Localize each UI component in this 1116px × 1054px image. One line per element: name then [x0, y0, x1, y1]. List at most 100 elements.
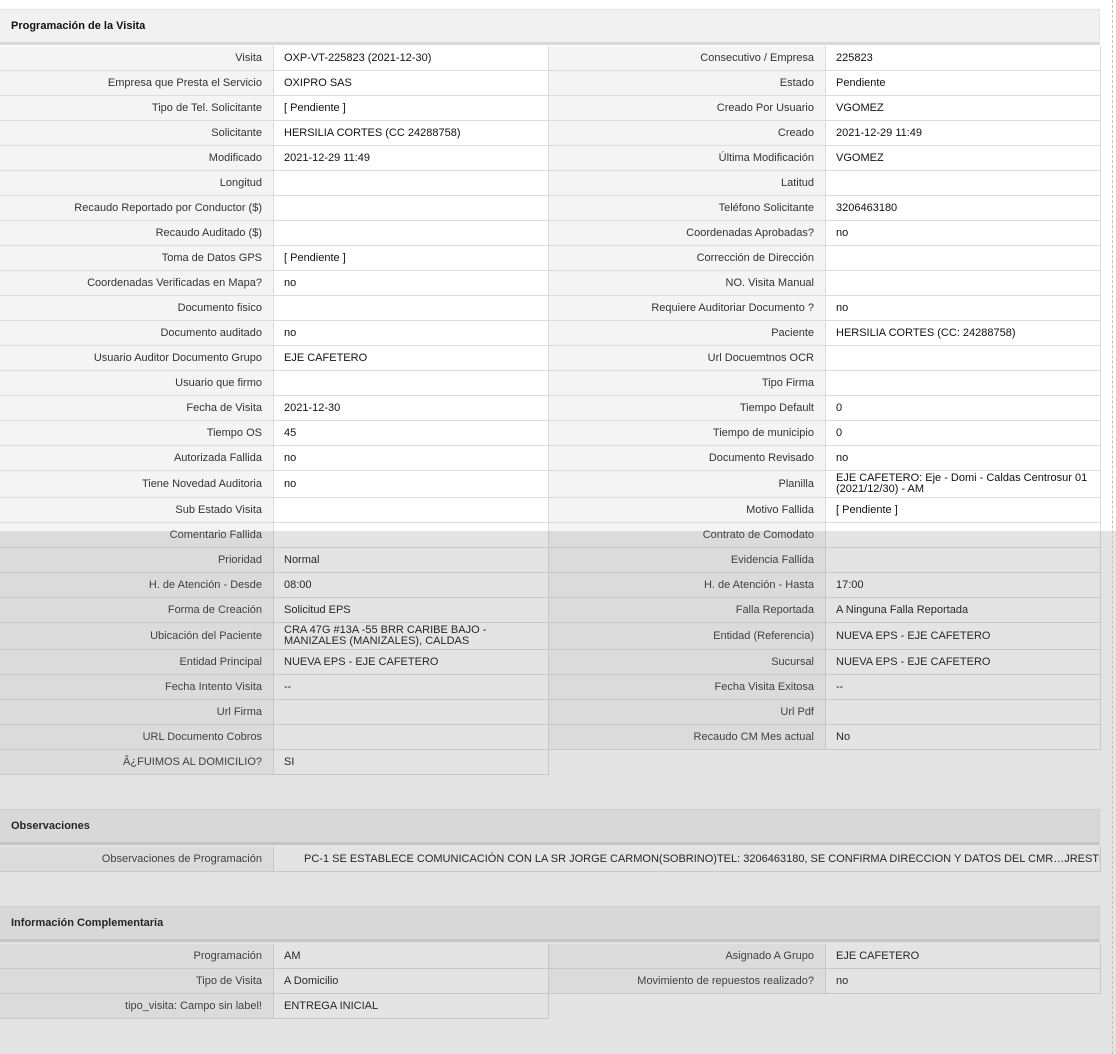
field-value	[826, 346, 1101, 371]
field-label: Requiere Auditoriar Documento ?	[549, 296, 826, 321]
field-label: Paciente	[549, 321, 826, 346]
field-value: NUEVA EPS - EJE CAFETERO	[826, 623, 1101, 650]
field-label: URL Documento Cobros	[0, 725, 274, 750]
field-label: Comentario Fallida	[0, 523, 274, 548]
field-label: Prioridad	[0, 548, 274, 573]
field-value	[274, 700, 549, 725]
field-value: 2021-12-29 11:49	[274, 146, 549, 171]
field-label: Motivo Fallida	[549, 498, 826, 523]
field-label: Url Pdf	[549, 700, 826, 725]
field-label: Fecha de Visita	[0, 396, 274, 421]
field-value	[826, 371, 1101, 396]
field-label: NO. Visita Manual	[549, 271, 826, 296]
field-label: Documento fisico	[0, 296, 274, 321]
field-label: Sub Estado Visita	[0, 498, 274, 523]
field-label: Modificado	[0, 146, 274, 171]
field-label: Tiempo de municipio	[549, 421, 826, 446]
field-label: Documento Revisado	[549, 446, 826, 471]
field-value	[274, 221, 549, 246]
field-value: EJE CAFETERO: Eje - Domi - Caldas Centro…	[826, 471, 1101, 498]
field-label: Recaudo Auditado ($)	[0, 221, 274, 246]
field-value: VGOMEZ	[826, 96, 1101, 121]
field-label: Sucursal	[549, 650, 826, 675]
field-value	[274, 371, 549, 396]
field-value	[826, 246, 1101, 271]
field-value: No	[826, 725, 1101, 750]
field-value: no	[826, 969, 1101, 994]
field-value	[274, 171, 549, 196]
field-label: Entidad Principal	[0, 650, 274, 675]
field-value	[274, 196, 549, 221]
field-label: Empresa que Presta el Servicio	[0, 71, 274, 96]
field-label: Forma de Creación	[0, 598, 274, 623]
field-label: Creado	[549, 121, 826, 146]
field-label: Última Modificación	[549, 146, 826, 171]
field-value: OXIPRO SAS	[274, 71, 549, 96]
field-value	[274, 725, 549, 750]
field-label: Corrección de Dirección	[549, 246, 826, 271]
field-label: Tipo de Tel. Solicitante	[0, 96, 274, 121]
field-label: H. de Atención - Desde	[0, 573, 274, 598]
field-label: Observaciones de Programación	[0, 847, 274, 872]
field-value: Solicitud EPS	[274, 598, 549, 623]
field-value	[274, 296, 549, 321]
field-label: Movimiento de repuestos realizado?	[549, 969, 826, 994]
scroll-guide	[1112, 0, 1113, 1054]
field-label: Contrato de Comodato	[549, 523, 826, 548]
field-value: [ Pendiente ]	[274, 96, 549, 121]
field-label: Entidad (Referencia)	[549, 623, 826, 650]
field-value: PC-1 SE ESTABLECE COMUNICACIÓN CON LA SR…	[274, 847, 1101, 872]
field-label: Coordenadas Verificadas en Mapa?	[0, 271, 274, 296]
field-value: NUEVA EPS - EJE CAFETERO	[826, 650, 1101, 675]
field-value: NUEVA EPS - EJE CAFETERO	[274, 650, 549, 675]
section-header-complementaria: Información Complementaria	[0, 906, 1100, 942]
field-label: Tipo Firma	[549, 371, 826, 396]
field-value: no	[274, 321, 549, 346]
field-label: Tiene Novedad Auditoria	[0, 471, 274, 498]
field-value: 3206463180	[826, 196, 1101, 221]
field-value: 225823	[826, 46, 1101, 71]
field-value: AM	[274, 944, 549, 969]
field-value: 2021-12-30	[274, 396, 549, 421]
field-value: ENTREGA INICIAL	[274, 994, 549, 1019]
field-value: [ Pendiente ]	[826, 498, 1101, 523]
field-label: Tiempo Default	[549, 396, 826, 421]
section-header-programacion: Programación de la Visita	[0, 9, 1100, 45]
field-label: Fecha Intento Visita	[0, 675, 274, 700]
field-label: Recaudo CM Mes actual	[549, 725, 826, 750]
field-value	[826, 171, 1101, 196]
field-value	[826, 700, 1101, 725]
field-value: CRA 47G #13A -55 BRR CARIBE BAJO - MANIZ…	[274, 623, 549, 650]
field-value: 45	[274, 421, 549, 446]
field-label: Autorizada Fallida	[0, 446, 274, 471]
field-value: EJE CAFETERO	[274, 346, 549, 371]
field-label: Coordenadas Aprobadas?	[549, 221, 826, 246]
field-label: Latitud	[549, 171, 826, 196]
field-value	[826, 523, 1101, 548]
field-value: --	[274, 675, 549, 700]
section-header-observaciones: Observaciones	[0, 809, 1100, 845]
field-label: Toma de Datos GPS	[0, 246, 274, 271]
field-label: Teléfono Solicitante	[549, 196, 826, 221]
field-value: [ Pendiente ]	[274, 246, 549, 271]
field-value: no	[274, 271, 549, 296]
field-label: Estado	[549, 71, 826, 96]
field-value: 2021-12-29 11:49	[826, 121, 1101, 146]
field-label: Asignado A Grupo	[549, 944, 826, 969]
field-label: Planilla	[549, 471, 826, 498]
field-label: Visita	[0, 46, 274, 71]
field-value	[274, 523, 549, 548]
field-label: Solicitante	[0, 121, 274, 146]
field-label: Consecutivo / Empresa	[549, 46, 826, 71]
field-value: no	[274, 471, 549, 498]
field-value: 0	[826, 396, 1101, 421]
field-value: no	[274, 446, 549, 471]
field-label: Programación	[0, 944, 274, 969]
field-label: Â¿FUIMOS AL DOMICILIO?	[0, 750, 274, 775]
field-value: SI	[274, 750, 549, 775]
field-label: Url Docuemtnos OCR	[549, 346, 826, 371]
field-value: OXP-VT-225823 (2021-12-30)	[274, 46, 549, 71]
field-value: no	[826, 296, 1101, 321]
field-label: Evidencia Fallida	[549, 548, 826, 573]
field-value: EJE CAFETERO	[826, 944, 1101, 969]
